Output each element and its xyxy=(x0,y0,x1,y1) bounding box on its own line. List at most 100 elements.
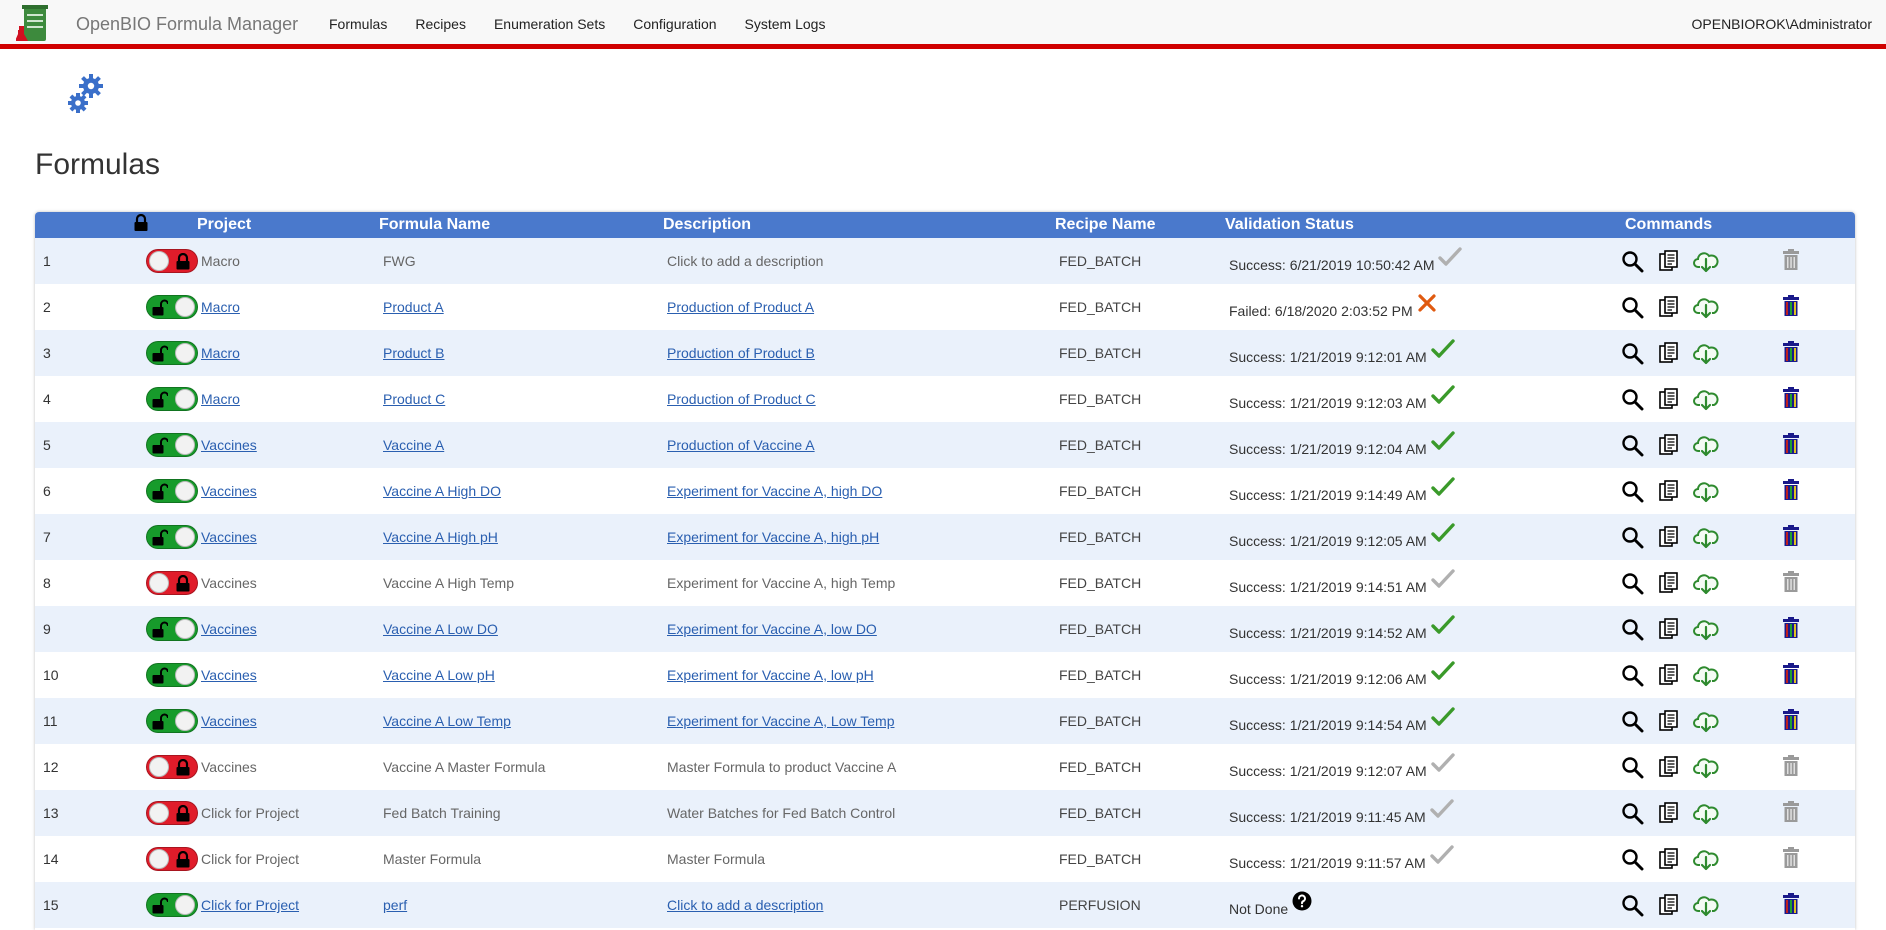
formula-name-link[interactable]: Vaccine A Low DO xyxy=(383,621,498,637)
formula-name-link[interactable]: Vaccine A High pH xyxy=(383,529,498,545)
view-search-icon[interactable] xyxy=(1621,296,1644,319)
help-question-icon[interactable] xyxy=(1292,891,1312,914)
lock-toggle[interactable] xyxy=(146,663,198,687)
formula-name-link[interactable]: Product A xyxy=(383,299,444,315)
copy-icon[interactable] xyxy=(1657,525,1680,549)
delete-trash-icon[interactable] xyxy=(1781,708,1801,731)
project-link[interactable]: Click for Project xyxy=(201,897,299,913)
view-search-icon[interactable] xyxy=(1621,480,1644,503)
formula-name-link[interactable]: Fed Batch Training xyxy=(383,805,501,821)
current-user[interactable]: OPENBIOROK\Administrator xyxy=(1692,16,1873,32)
copy-icon[interactable] xyxy=(1657,571,1680,595)
delete-trash-icon[interactable] xyxy=(1781,386,1801,409)
project-link[interactable]: Vaccines xyxy=(201,575,257,591)
delete-trash-icon[interactable] xyxy=(1781,754,1801,777)
description-link[interactable]: Experiment for Vaccine A, high Temp xyxy=(667,575,895,591)
download-cloud-icon[interactable] xyxy=(1693,894,1719,917)
delete-trash-icon[interactable] xyxy=(1781,294,1801,317)
lock-toggle[interactable] xyxy=(146,295,198,319)
download-cloud-icon[interactable] xyxy=(1693,250,1719,273)
formula-name-link[interactable]: Vaccine A Low pH xyxy=(383,667,495,683)
header-project[interactable]: Project xyxy=(193,212,375,238)
formula-name-link[interactable]: Vaccine A xyxy=(383,437,444,453)
settings-gears-icon[interactable] xyxy=(66,72,108,116)
delete-trash-icon[interactable] xyxy=(1781,616,1801,639)
view-search-icon[interactable] xyxy=(1621,664,1644,687)
formula-name-link[interactable]: Vaccine A High DO xyxy=(383,483,501,499)
download-cloud-icon[interactable] xyxy=(1693,572,1719,595)
copy-icon[interactable] xyxy=(1657,801,1680,825)
download-cloud-icon[interactable] xyxy=(1693,296,1719,319)
view-search-icon[interactable] xyxy=(1621,434,1644,457)
view-search-icon[interactable] xyxy=(1621,802,1644,825)
copy-icon[interactable] xyxy=(1657,709,1680,733)
download-cloud-icon[interactable] xyxy=(1693,388,1719,411)
download-cloud-icon[interactable] xyxy=(1693,618,1719,641)
project-link[interactable]: Macro xyxy=(201,391,240,407)
description-link[interactable]: Master Formula xyxy=(667,851,765,867)
lock-toggle[interactable] xyxy=(146,709,198,733)
header-lock[interactable] xyxy=(105,212,193,238)
description-link[interactable]: Click to add a description xyxy=(667,897,823,913)
copy-icon[interactable] xyxy=(1657,617,1680,641)
copy-icon[interactable] xyxy=(1657,249,1680,273)
lock-toggle[interactable] xyxy=(146,525,198,549)
view-search-icon[interactable] xyxy=(1621,388,1644,411)
copy-icon[interactable] xyxy=(1657,295,1680,319)
description-link[interactable]: Click to add a description xyxy=(667,253,823,269)
copy-icon[interactable] xyxy=(1657,755,1680,779)
formula-name-link[interactable]: Master Formula xyxy=(383,851,481,867)
description-link[interactable]: Production of Vaccine A xyxy=(667,437,815,453)
app-title[interactable]: OpenBIO Formula Manager xyxy=(76,14,298,35)
view-search-icon[interactable] xyxy=(1621,894,1644,917)
delete-trash-icon[interactable] xyxy=(1781,478,1801,501)
lock-toggle[interactable] xyxy=(146,893,198,917)
copy-icon[interactable] xyxy=(1657,479,1680,503)
formula-name-link[interactable]: Vaccine A High Temp xyxy=(383,575,514,591)
lock-toggle[interactable] xyxy=(146,801,198,825)
copy-icon[interactable] xyxy=(1657,387,1680,411)
description-link[interactable]: Production of Product A xyxy=(667,299,814,315)
delete-trash-icon[interactable] xyxy=(1781,340,1801,363)
formula-name-link[interactable]: Product B xyxy=(383,345,444,361)
description-link[interactable]: Experiment for Vaccine A, low pH xyxy=(667,667,874,683)
formula-name-link[interactable]: Vaccine A Master Formula xyxy=(383,759,545,775)
project-link[interactable]: Macro xyxy=(201,345,240,361)
view-search-icon[interactable] xyxy=(1621,756,1644,779)
project-link[interactable]: Vaccines xyxy=(201,759,257,775)
project-link[interactable]: Click for Project xyxy=(201,805,299,821)
description-link[interactable]: Experiment for Vaccine A, high pH xyxy=(667,529,879,545)
project-link[interactable]: Vaccines xyxy=(201,713,257,729)
delete-trash-icon[interactable] xyxy=(1781,524,1801,547)
openbio-logo-icon[interactable] xyxy=(15,4,60,44)
project-link[interactable]: Vaccines xyxy=(201,621,257,637)
header-validation-status[interactable]: Validation Status xyxy=(1221,212,1621,238)
delete-trash-icon[interactable] xyxy=(1781,432,1801,455)
delete-trash-icon[interactable] xyxy=(1781,248,1801,271)
nav-system-logs[interactable]: System Logs xyxy=(732,0,841,47)
download-cloud-icon[interactable] xyxy=(1693,710,1719,733)
delete-trash-icon[interactable] xyxy=(1781,662,1801,685)
description-link[interactable]: Experiment for Vaccine A, Low Temp xyxy=(667,713,894,729)
copy-icon[interactable] xyxy=(1657,341,1680,365)
copy-icon[interactable] xyxy=(1657,893,1680,917)
download-cloud-icon[interactable] xyxy=(1693,664,1719,687)
lock-toggle[interactable] xyxy=(146,755,198,779)
view-search-icon[interactable] xyxy=(1621,250,1644,273)
lock-toggle[interactable] xyxy=(146,249,198,273)
view-search-icon[interactable] xyxy=(1621,710,1644,733)
lock-toggle[interactable] xyxy=(146,571,198,595)
delete-trash-icon[interactable] xyxy=(1781,846,1801,869)
project-link[interactable]: Macro xyxy=(201,299,240,315)
nav-recipes[interactable]: Recipes xyxy=(402,0,481,47)
download-cloud-icon[interactable] xyxy=(1693,802,1719,825)
lock-toggle[interactable] xyxy=(146,341,198,365)
view-search-icon[interactable] xyxy=(1621,342,1644,365)
description-link[interactable]: Production of Product B xyxy=(667,345,815,361)
view-search-icon[interactable] xyxy=(1621,572,1644,595)
lock-toggle[interactable] xyxy=(146,617,198,641)
description-link[interactable]: Master Formula to product Vaccine A xyxy=(667,759,896,775)
nav-enumeration-sets[interactable]: Enumeration Sets xyxy=(481,0,620,47)
header-formula-name[interactable]: Formula Name xyxy=(375,212,659,238)
delete-trash-icon[interactable] xyxy=(1781,570,1801,593)
